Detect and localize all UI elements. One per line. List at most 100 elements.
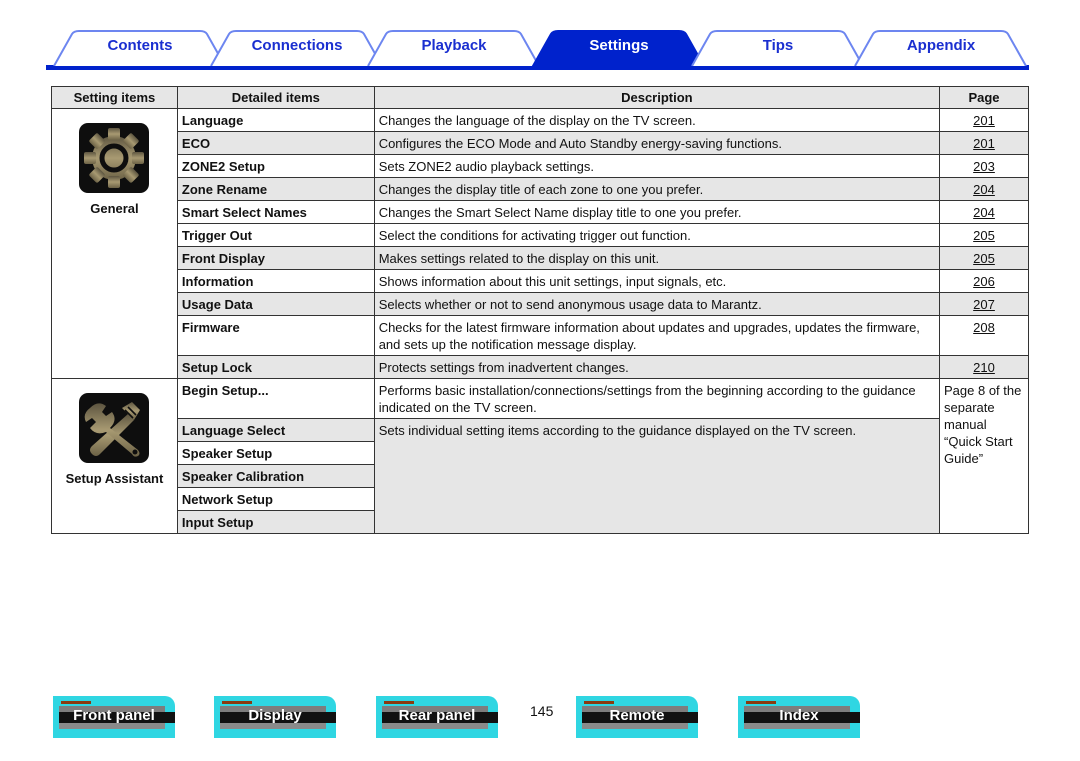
settings-table: Setting items Detailed items Description… [51, 86, 1029, 534]
detailed-item: ZONE2 Setup [176, 154, 375, 178]
button-label: Front panel [73, 707, 155, 724]
item-description: Checks for the latest firmware informati… [373, 315, 941, 356]
button-decoration [61, 701, 91, 704]
page-link[interactable]: 204 [939, 177, 1029, 201]
page-link[interactable]: 210 [939, 355, 1029, 379]
item-description: Select the conditions for activating tri… [373, 223, 941, 247]
item-description: Selects whether or not to send anonymous… [373, 292, 941, 316]
table-row: ECO Configures the ECO Mode and Auto Sta… [52, 131, 1029, 155]
page-link[interactable]: 201 [939, 108, 1029, 132]
button-decoration [584, 701, 614, 704]
tools-icon [78, 392, 150, 464]
table-row: Language Select Sets individual setting … [52, 418, 1029, 534]
table-row: General Language Changes the language of… [51, 108, 1029, 379]
item-description: Sets individual setting items according … [373, 418, 941, 534]
page-number[interactable]: 204 [973, 182, 995, 197]
detailed-item: Language [176, 108, 375, 132]
button-label: Index [779, 707, 819, 724]
button-label: Remote [609, 707, 665, 724]
table-row: Information Shows information about this… [52, 269, 1029, 293]
index-button[interactable]: Index [738, 696, 860, 738]
front-panel-button[interactable]: Front panel [53, 696, 175, 738]
table-row: Front Display Makes settings related to … [52, 246, 1029, 270]
page-link[interactable]: 205 [939, 246, 1029, 270]
header-detailed-items: Detailed items [176, 86, 375, 109]
button-label: Rear panel [398, 707, 476, 724]
header-page: Page [939, 86, 1029, 109]
category-label: Setup Assistant [65, 471, 164, 486]
detailed-item: Speaker Setup [176, 441, 375, 465]
item-description: Protects settings from inadvertent chang… [373, 355, 941, 379]
category-label: General [90, 201, 139, 216]
item-description: Changes the language of the display on t… [373, 108, 941, 132]
detailed-item: ECO [176, 131, 375, 155]
display-button[interactable]: Display [214, 696, 336, 738]
gear-icon [78, 122, 150, 194]
table-row: Setup Assistant Begin Setup... Performs … [51, 378, 1029, 534]
detailed-item: Language Select [176, 418, 375, 442]
item-description: Makes settings related to the display on… [373, 246, 941, 270]
detailed-item: Setup Lock [176, 355, 375, 379]
page-number[interactable]: 205 [973, 251, 995, 266]
header-description: Description [373, 86, 941, 109]
detailed-item: Begin Setup... [176, 378, 375, 419]
tab-label: Playback [421, 37, 487, 54]
detailed-item: Speaker Calibration [176, 464, 375, 488]
table-header-row: Setting items Detailed items Description… [51, 86, 1029, 109]
tab-label: Contents [107, 37, 173, 54]
item-description: Changes the Smart Select Name display ti… [373, 200, 941, 224]
page-link[interactable]: 207 [939, 292, 1029, 316]
detailed-item: Firmware [176, 315, 375, 356]
page-link[interactable]: 206 [939, 269, 1029, 293]
item-description: Shows information about this unit settin… [373, 269, 941, 293]
detailed-item: Network Setup [176, 487, 375, 511]
header-setting-items: Setting items [51, 86, 178, 109]
page-number[interactable]: 208 [973, 320, 995, 335]
table-row: ZONE2 Setup Sets ZONE2 audio playback se… [52, 154, 1029, 178]
button-decoration [384, 701, 414, 704]
rear-panel-button[interactable]: Rear panel [376, 696, 498, 738]
detailed-item: Front Display [176, 246, 375, 270]
table-row: Trigger Out Select the conditions for ac… [52, 223, 1029, 247]
page-link[interactable]: 201 [939, 131, 1029, 155]
table-row: Zone Rename Changes the display title of… [52, 177, 1029, 201]
tab-contents[interactable]: Contents [52, 30, 228, 66]
page-number[interactable]: 206 [973, 274, 995, 289]
table-row: Setup Lock Protects settings from inadve… [52, 355, 1029, 379]
tab-playback[interactable]: Playback [366, 30, 542, 66]
page-link[interactable]: 203 [939, 154, 1029, 178]
remote-button[interactable]: Remote [576, 696, 698, 738]
detailed-item: Trigger Out [176, 223, 375, 247]
tab-tips[interactable]: Tips [690, 30, 866, 66]
page-number[interactable]: 204 [973, 205, 995, 220]
category-general: General [51, 108, 178, 379]
page-link[interactable]: 208 [939, 315, 1029, 356]
page-number[interactable]: 210 [973, 360, 995, 375]
detailed-item: Information [176, 269, 375, 293]
detailed-item: Zone Rename [176, 177, 375, 201]
tab-appendix[interactable]: Appendix [853, 30, 1029, 66]
item-description: Changes the display title of each zone t… [373, 177, 941, 201]
table-row: Usage Data Selects whether or not to sen… [52, 292, 1029, 316]
page-number[interactable]: 207 [973, 297, 995, 312]
detailed-item: Input Setup [176, 510, 375, 534]
page-number[interactable]: 201 [973, 113, 995, 128]
quick-start-guide-reference: Page 8 of the separate manual “Quick Sta… [939, 378, 1029, 534]
button-label: Display [248, 707, 302, 724]
tab-connections[interactable]: Connections [209, 30, 385, 66]
page-number[interactable]: 203 [973, 159, 995, 174]
page-number[interactable]: 201 [973, 136, 995, 151]
page-link[interactable]: 205 [939, 223, 1029, 247]
tab-label: Tips [762, 37, 794, 54]
button-decoration [222, 701, 252, 704]
tab-settings[interactable]: Settings [531, 30, 707, 66]
tab-label: Appendix [906, 37, 976, 54]
item-description: Sets ZONE2 audio playback settings. [373, 154, 941, 178]
page-link[interactable]: 204 [939, 200, 1029, 224]
page-number[interactable]: 205 [973, 228, 995, 243]
tab-label: Connections [251, 37, 343, 54]
detailed-item: Smart Select Names [176, 200, 375, 224]
page-number-footer: 145 [530, 703, 554, 719]
button-decoration [746, 701, 776, 704]
tab-label: Settings [589, 37, 649, 54]
